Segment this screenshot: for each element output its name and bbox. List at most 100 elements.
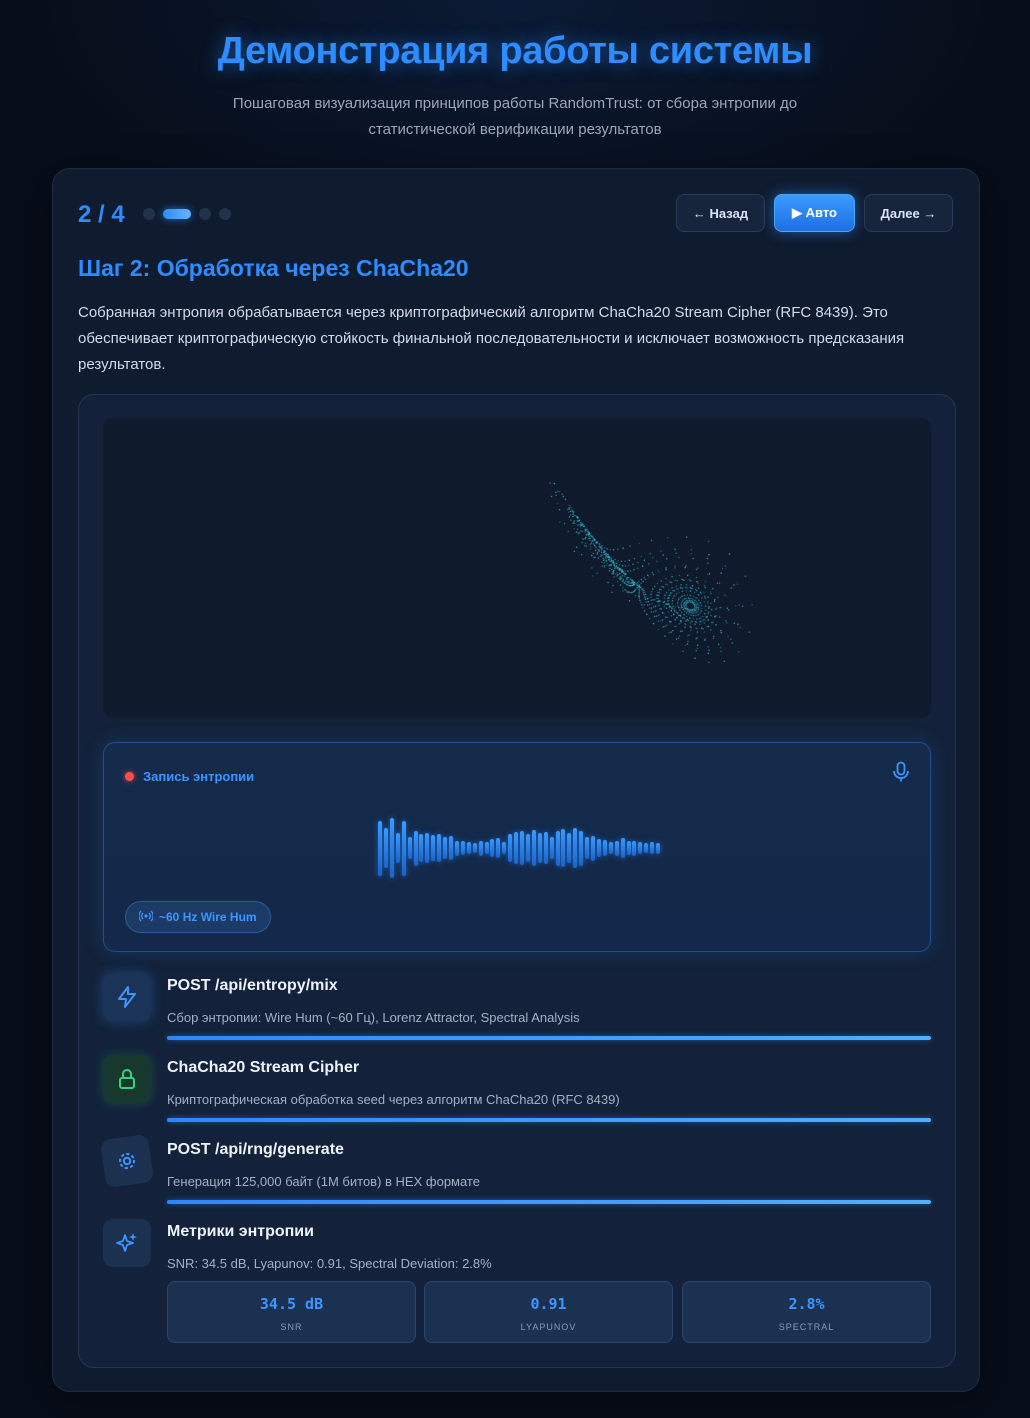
waveform-bar (531, 830, 536, 866)
step-description: Собранная энтропия обрабатывается через … (78, 304, 905, 373)
waveform-bar (383, 828, 388, 868)
waveform-bar (502, 842, 507, 854)
attractor-trajectory (549, 482, 753, 664)
metric-card-lyapunov: 0.91 LYAPUNOV (424, 1281, 673, 1343)
waveform-bar (520, 831, 524, 865)
waveform-bar (508, 834, 513, 862)
waveform-bar (638, 842, 643, 854)
metric-label: SPECTRAL (778, 1322, 835, 1332)
lock-icon (103, 1055, 151, 1103)
step-dot-1[interactable] (143, 208, 155, 220)
step-dot-3[interactable] (199, 208, 211, 220)
waveform-bar (413, 830, 418, 866)
pipeline-item-subtitle: Генерация 125,000 байт (1M битов) в HEX … (167, 1174, 480, 1189)
lorenz-attractor-plot (549, 482, 753, 664)
recorder-label: Запись энтропии (143, 769, 255, 784)
waveform-bar (389, 818, 394, 878)
waveform-bar (549, 837, 554, 859)
waveform-bar (573, 828, 578, 868)
pipeline-progress-bar (167, 1036, 931, 1040)
waveform-bar (443, 837, 448, 859)
waveform-bar (561, 829, 566, 867)
sparkles-icon (103, 1219, 151, 1267)
pipeline-item-subtitle: Сбор энтропии: Wire Hum (~60 Гц), Lorenz… (167, 1010, 580, 1025)
pipeline-item-chacha20: ChaCha20 Stream Cipher Криптографическая… (103, 1055, 931, 1125)
waveform-bar (496, 838, 501, 858)
waveform-bar (490, 839, 495, 857)
pipeline-progress-bar (167, 1200, 931, 1204)
step-title: Шаг 2: Обработка через ChaCha20 (78, 255, 469, 281)
pipeline-item-rng-generate: POST /api/rng/generate Генерация 125,000… (99, 1133, 931, 1207)
waveform-bar (449, 836, 453, 860)
pipeline-item-subtitle: Криптографическая обработка seed через а… (167, 1092, 620, 1107)
audio-waveform (378, 818, 662, 878)
waveform-bar (626, 841, 631, 855)
metric-value: 0.91 (530, 1295, 567, 1313)
waveform-bar (484, 842, 489, 854)
pipeline-item-title: POST /api/rng/generate (167, 1141, 344, 1158)
waveform-bar (579, 830, 584, 866)
entropy-recorder: Запись энтропии ~60 Hz Wire Hum (103, 742, 931, 952)
metric-value: 2.8% (788, 1295, 825, 1313)
waveform-bar (378, 820, 382, 876)
waveform-bar (602, 840, 607, 856)
waveform-bar (644, 843, 649, 853)
waveform-bar (419, 834, 424, 862)
metric-label: LYAPUNOV (520, 1322, 577, 1332)
waveform-bar (632, 840, 637, 856)
waveform-bar (614, 840, 619, 856)
waveform-bar (514, 832, 519, 864)
waveform-bar (437, 834, 442, 862)
waveform-bar (543, 832, 548, 864)
page-subtitle: Пошаговая визуализация принципов работы … (232, 95, 798, 138)
waveform-bar (466, 842, 471, 854)
next-button[interactable]: Далее → (864, 194, 953, 232)
prev-button[interactable]: ← Назад (676, 194, 765, 232)
lightning-icon (103, 973, 151, 1021)
gear-icon (99, 1133, 155, 1189)
pipeline-item-subtitle: SNR: 34.5 dB, Lyapunov: 0.91, Spectral D… (167, 1256, 492, 1271)
waveform-bar (555, 830, 560, 866)
metric-card-spectral: 2.8% SPECTRAL (682, 1281, 931, 1343)
pipeline-progress-bar (167, 1118, 931, 1122)
step-dot-2[interactable] (163, 209, 191, 219)
waveform-bar (407, 837, 412, 859)
pipeline-item-title: Метрики энтропии (167, 1223, 314, 1240)
pipeline-item-title: POST /api/entropy/mix (167, 977, 338, 994)
waveform-bar (478, 840, 483, 856)
waveform-bar (596, 839, 601, 857)
waveform-bar (620, 838, 625, 858)
page-header: Демонстрация работы системы Пошаговая ви… (0, 30, 1030, 143)
frequency-badge-label: ~60 Hz Wire Hum (159, 910, 257, 924)
metric-label: SNR (280, 1322, 303, 1332)
metric-value: 34.5 dB (259, 1295, 324, 1313)
broadcast-icon (138, 910, 154, 925)
waveform-bar (525, 834, 530, 862)
waveform-bar (656, 842, 661, 854)
waveform-bar (454, 840, 459, 856)
waveform-bar (431, 835, 436, 861)
visualization-panel: Запись энтропии ~60 Hz Wire Hum POST /ap… (78, 394, 956, 1368)
waveform-bar (585, 837, 590, 859)
waveform-bar (537, 833, 542, 863)
waveform-bar (567, 833, 572, 863)
pipeline-item-entropy-metrics: Метрики энтропии SNR: 34.5 dB, Lyapunov:… (103, 1219, 931, 1289)
waveform-bar (650, 842, 655, 854)
lorenz-attractor-canvas (103, 418, 931, 718)
waveform-bar (608, 842, 613, 854)
waveform-bar (460, 841, 465, 855)
step-dots (143, 208, 231, 220)
waveform-bar (395, 833, 400, 863)
auto-play-button[interactable]: ▶ Авто (774, 194, 855, 232)
waveform-bar (472, 843, 477, 853)
waveform-bar (401, 820, 406, 876)
frequency-badge: ~60 Hz Wire Hum (125, 901, 271, 933)
step-dot-4[interactable] (219, 208, 231, 220)
recording-indicator-icon (125, 772, 134, 781)
waveform-bar (425, 833, 430, 863)
pipeline-item-title: ChaCha20 Stream Cipher (167, 1059, 360, 1076)
microphone-icon[interactable] (892, 761, 910, 788)
metric-card-snr: 34.5 dB SNR (167, 1281, 416, 1343)
demo-card: 2 / 4 ← Назад ▶ Авто Далее → Шаг 2: Обра… (52, 168, 980, 1392)
page-title: Демонстрация работы системы (217, 30, 813, 72)
